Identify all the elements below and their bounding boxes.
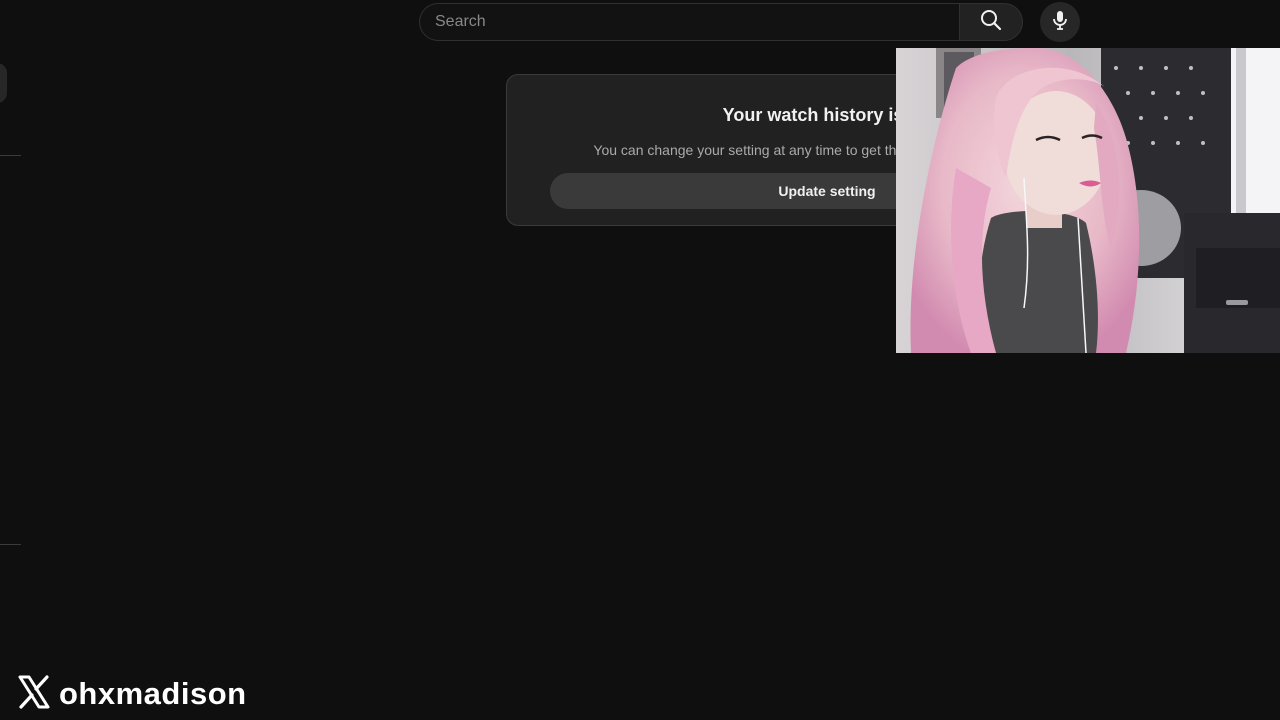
sidebar-active-item[interactable] <box>0 63 7 103</box>
sidebar-divider <box>0 544 21 545</box>
microphone-icon <box>1048 8 1072 37</box>
webcam-overlay <box>896 48 1280 353</box>
creator-handle: ohxmadison <box>59 676 247 711</box>
voice-search-button[interactable] <box>1040 2 1080 42</box>
page: Your watch history is off You can change… <box>0 0 1280 720</box>
x-logo-icon <box>17 674 51 714</box>
search-input[interactable] <box>420 4 959 40</box>
creator-watermark: ohxmadison <box>17 674 247 714</box>
search-icon <box>979 8 1003 37</box>
search-button[interactable] <box>959 3 1023 41</box>
search-box <box>419 3 959 41</box>
webcam-feed-image <box>896 48 1280 353</box>
sidebar-divider <box>0 155 21 156</box>
